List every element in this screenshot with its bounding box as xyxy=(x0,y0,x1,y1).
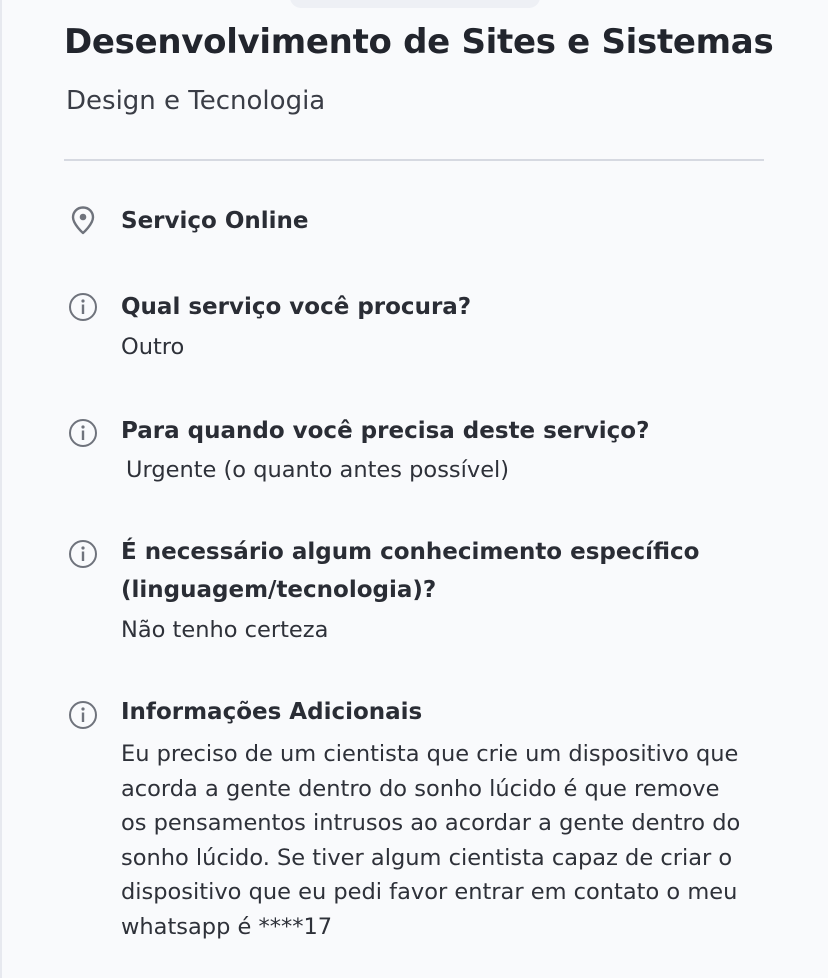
page-title: Desenvolvimento de Sites e Sistemas xyxy=(64,22,774,62)
question-additional-info: Informações Adicionais xyxy=(121,699,423,725)
question-deadline: Para quando você precisa deste serviço? xyxy=(121,418,650,444)
question-knowledge-line-1: É necessário algum conhecimento específi… xyxy=(121,539,700,565)
info-icon xyxy=(69,419,97,447)
map-pin-icon xyxy=(71,206,95,235)
answer-line: os pensamentos intrusos ao acordar a gen… xyxy=(121,810,741,836)
question-knowledge-line-2: (linguagem/tecnologia)? xyxy=(121,577,437,603)
answer-additional-info: Eu preciso de um cientista que crie um d… xyxy=(121,737,771,944)
sheet-handle[interactable] xyxy=(290,0,540,8)
answer-line: sonho lúcido. Se tiver algum cientista c… xyxy=(121,844,733,871)
info-icon xyxy=(69,540,97,568)
category-subtitle: Design e Tecnologia xyxy=(66,86,326,116)
left-border xyxy=(0,0,2,978)
answer-line: dispositivo que eu pedi favor entrar em … xyxy=(121,879,738,905)
info-icon xyxy=(69,293,97,321)
answer-line: acorda a gente dentro do sonho lúcido é … xyxy=(121,775,720,802)
answer-service-type: Outro xyxy=(121,334,185,360)
info-icon xyxy=(69,701,97,729)
service-request-details: Desenvolvimento de Sites e Sistemas Desi… xyxy=(0,0,828,978)
answer-deadline: Urgente (o quanto antes possível) xyxy=(126,457,510,483)
answer-knowledge: Não tenho certeza xyxy=(121,617,329,643)
answer-line: Eu preciso de um cientista que crie um d… xyxy=(121,741,739,767)
question-service-type: Qual serviço você procura? xyxy=(121,294,472,320)
answer-line: whatsapp é ****17 xyxy=(121,913,333,940)
location-label: Serviço Online xyxy=(121,208,309,234)
divider xyxy=(64,159,764,161)
